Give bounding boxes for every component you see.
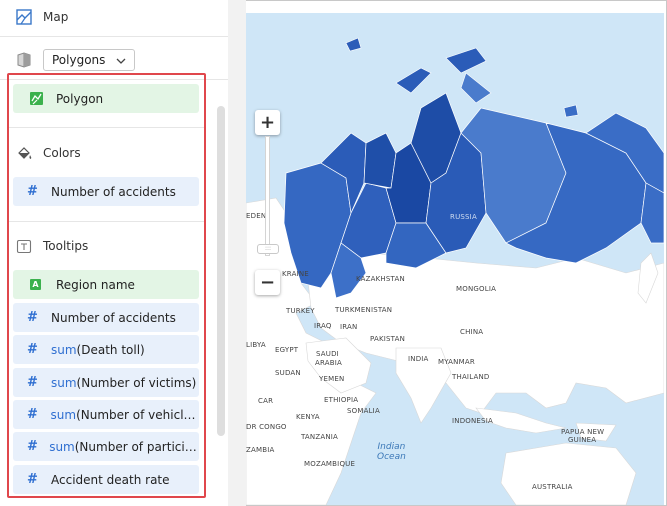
arctic-island [345, 37, 362, 52]
map-label-ethiopia: ETHIOPIA [324, 396, 359, 404]
region-yamal [363, 132, 397, 189]
map-label-indian-ocean: Indian Ocean [377, 442, 406, 462]
map-label-turkey: TURKEY [286, 307, 315, 315]
highlight-box [7, 73, 206, 498]
map-label-egypt: EGYPT [275, 346, 299, 354]
zoom-slider-knob[interactable]: ::: [257, 244, 279, 254]
map-label-zambia: ZAMBIA [246, 446, 275, 454]
panel-scrollbar[interactable] [217, 106, 225, 436]
map-label-tanzania: TANZANIA [301, 433, 339, 441]
layer-select[interactable]: Polygons [43, 49, 135, 71]
map-label-turkmenistan: TURKMENISTAN [335, 306, 393, 314]
divider [0, 36, 228, 37]
zoom-track[interactable] [265, 136, 270, 256]
map-icon [16, 9, 32, 25]
map-label-kazakhstan: KAZAKHSTAN [356, 275, 405, 283]
map-label-guinea: GUINEA [568, 436, 597, 444]
map-label-mongolia: MONGOLIA [456, 285, 497, 293]
map-label-yemen: YEMEN [319, 375, 345, 383]
map-label-iran: IRAN [340, 323, 358, 331]
map-label-saudi-1: SAUDI [316, 350, 339, 358]
map-label-papua: PAPUA NEW [561, 428, 605, 436]
panel-gutter [228, 0, 246, 506]
arctic-island [460, 72, 492, 104]
map-label-pakistan: PAKISTAN [370, 335, 406, 343]
ocean-line-2: Ocean [377, 452, 406, 462]
chart-type-label: Map [43, 10, 69, 24]
ocean-line-1: Indian [377, 442, 406, 452]
map-view[interactable]: RUSSIA EDEN KRAINE KAZAKHSTAN MONGOLIA T… [246, 13, 664, 505]
map-label-thailand: THAILAND [452, 373, 490, 381]
zoom-out-button[interactable]: − [255, 270, 280, 295]
wizard-panel: Map Polygons Polygon Colors # Number of … [0, 0, 228, 506]
map-label-indonesia: INDONESIA [452, 417, 493, 425]
map-label-mozambique: MOZAMBIQUE [304, 460, 356, 468]
map-label-libya: LIBYA [246, 341, 266, 349]
layer-select-value: Polygons [52, 53, 106, 67]
layer-row: Polygons [16, 49, 135, 71]
map-label-kenya: KENYA [296, 413, 320, 421]
map-label-australia: AUSTRALIA [532, 483, 573, 491]
map-label-saudi-2: ARABIA [315, 359, 343, 367]
arctic-island [445, 47, 487, 74]
map-label-china: CHINA [460, 328, 484, 336]
map-label-car: CAR [258, 397, 274, 405]
arctic-island [395, 67, 432, 94]
zoom-in-button[interactable]: + [255, 110, 280, 135]
map-label-myanmar: MYANMAR [438, 358, 475, 366]
map-label-sweden: EDEN [246, 212, 267, 220]
map-label-somalia: SOMALIA [347, 407, 380, 415]
layer-icon [16, 52, 32, 68]
map-label-russia: RUSSIA [450, 213, 477, 221]
land-australia [500, 442, 637, 505]
map-label-india: INDIA [408, 355, 429, 363]
map-label-sudan: SUDAN [275, 369, 301, 377]
map-label-drcongo: DR CONGO [246, 423, 287, 431]
arctic-island [563, 104, 579, 118]
map-label-ukraine: KRAINE [282, 270, 309, 278]
chart-type-row[interactable]: Map [16, 6, 68, 28]
chevron-down-icon [116, 53, 126, 67]
map-label-iraq: IRAQ [314, 322, 332, 330]
